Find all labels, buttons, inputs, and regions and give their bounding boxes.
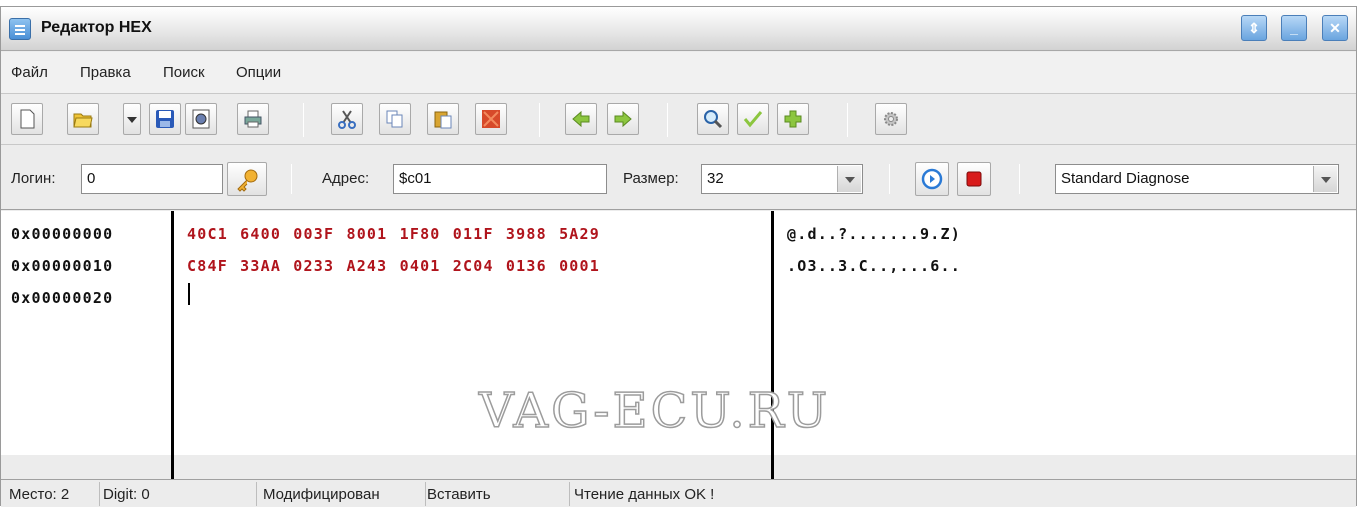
copy-icon [386, 110, 403, 128]
ascii-data-row[interactable]: @.d..?.......9.Z) [787, 225, 961, 243]
row-address: 0x00000020 [11, 289, 114, 307]
close-button[interactable]: ✕ [1322, 15, 1348, 41]
parameters-bar: Логин: 0 Адрес: $c01 Размер: 32 Standard… [1, 146, 1356, 210]
print-icon [244, 110, 262, 128]
open-dropdown-button[interactable] [123, 103, 141, 135]
save-button[interactable] [149, 103, 181, 135]
row-address: 0x00000000 [11, 225, 114, 243]
back-button[interactable] [565, 103, 597, 135]
status-separator [569, 482, 570, 506]
menu-bar: Файл Правка Поиск Опции [1, 52, 1356, 94]
menu-edit[interactable]: Правка [80, 64, 131, 81]
back-arrow-icon [572, 110, 590, 128]
login-input[interactable]: 0 [81, 164, 223, 194]
menu-options[interactable]: Опции [236, 64, 281, 81]
status-modified: Модифицирован [263, 486, 380, 503]
open-button[interactable] [67, 103, 99, 135]
mode-select[interactable]: Standard Diagnose [1055, 164, 1339, 194]
hex-editor-window: Редактор HEX ⇕ _ ✕ Файл Правка Поиск Опц… [0, 6, 1357, 507]
check-button[interactable] [737, 103, 769, 135]
play-icon [921, 168, 943, 190]
clear-icon [482, 110, 500, 128]
chevron-down-icon[interactable] [837, 166, 861, 192]
add-icon [784, 110, 802, 128]
size-select[interactable]: 32 [701, 164, 863, 194]
cut-button[interactable] [331, 103, 363, 135]
status-insert-mode: Вставить [427, 486, 491, 503]
paste-icon [434, 111, 452, 129]
preview-icon [192, 109, 210, 129]
toolbar-separator [667, 103, 668, 137]
forward-arrow-icon [614, 110, 632, 128]
toolbar-separator [847, 103, 848, 137]
status-separator [99, 482, 100, 506]
search-button[interactable] [697, 103, 729, 135]
toolbar [1, 95, 1356, 145]
params-separator [1019, 164, 1020, 194]
login-label: Логин: [11, 170, 56, 187]
address-input[interactable]: $c01 [393, 164, 607, 194]
cut-icon [338, 110, 356, 129]
hex-data-row[interactable]: 40C1 6400 003F 8001 1F80 011F 3988 5A29 [187, 225, 600, 243]
stop-icon [966, 171, 982, 187]
key-icon [237, 169, 258, 192]
toolbar-separator [303, 103, 304, 137]
play-button[interactable] [915, 162, 949, 196]
settings-button[interactable] [875, 103, 907, 135]
save-icon [156, 110, 174, 128]
app-icon [9, 18, 31, 40]
address-column-divider [171, 211, 174, 479]
menu-file[interactable]: Файл [11, 64, 48, 81]
checkmark-icon [743, 111, 763, 128]
preview-button[interactable] [185, 103, 217, 135]
search-icon [704, 110, 723, 129]
open-folder-icon [73, 113, 93, 128]
status-separator [256, 482, 257, 506]
forward-button[interactable] [607, 103, 639, 135]
copy-button[interactable] [379, 103, 411, 135]
restore-button[interactable]: ⇕ [1241, 15, 1267, 41]
size-value: 32 [707, 170, 724, 187]
params-separator [889, 164, 890, 194]
stop-button[interactable] [957, 162, 991, 196]
ascii-data-row[interactable]: .O3..3.C..,...6.. [787, 257, 961, 275]
status-bar: Место: 2 Digit: 0 Модифицирован Вставить… [1, 479, 1356, 507]
size-label: Размер: [623, 170, 679, 187]
status-place: Место: 2 [9, 486, 70, 503]
new-file-icon [20, 109, 35, 129]
status-digit: Digit: 0 [103, 486, 150, 503]
hex-data-row[interactable]: C84F 33AA 0233 A243 0401 2C04 0136 0001 [187, 257, 600, 275]
login-key-button[interactable] [227, 162, 267, 196]
dropdown-icon [127, 117, 137, 123]
params-separator [291, 164, 292, 194]
paste-button[interactable] [427, 103, 459, 135]
title-bar[interactable]: Редактор HEX ⇕ _ ✕ [1, 7, 1356, 51]
print-button[interactable] [237, 103, 269, 135]
chevron-down-icon[interactable] [1313, 166, 1337, 192]
address-label: Адрес: [322, 170, 370, 187]
minimize-button[interactable]: _ [1281, 15, 1307, 41]
status-separator [425, 482, 426, 506]
watermark: VAG-ECU.RU [478, 382, 831, 440]
status-message: Чтение данных OK ! [574, 486, 715, 503]
gear-icon [884, 112, 898, 126]
text-caret [188, 283, 190, 305]
row-address: 0x00000010 [11, 257, 114, 275]
hex-editor-area[interactable]: 0x00000000 0x00000010 0x00000020 40C1 64… [1, 211, 1356, 479]
clear-button[interactable] [475, 103, 507, 135]
new-file-button[interactable] [11, 103, 43, 135]
toolbar-separator [539, 103, 540, 137]
menu-search[interactable]: Поиск [163, 64, 205, 81]
mode-value: Standard Diagnose [1061, 170, 1190, 187]
window-title: Редактор HEX [41, 19, 152, 36]
add-button[interactable] [777, 103, 809, 135]
